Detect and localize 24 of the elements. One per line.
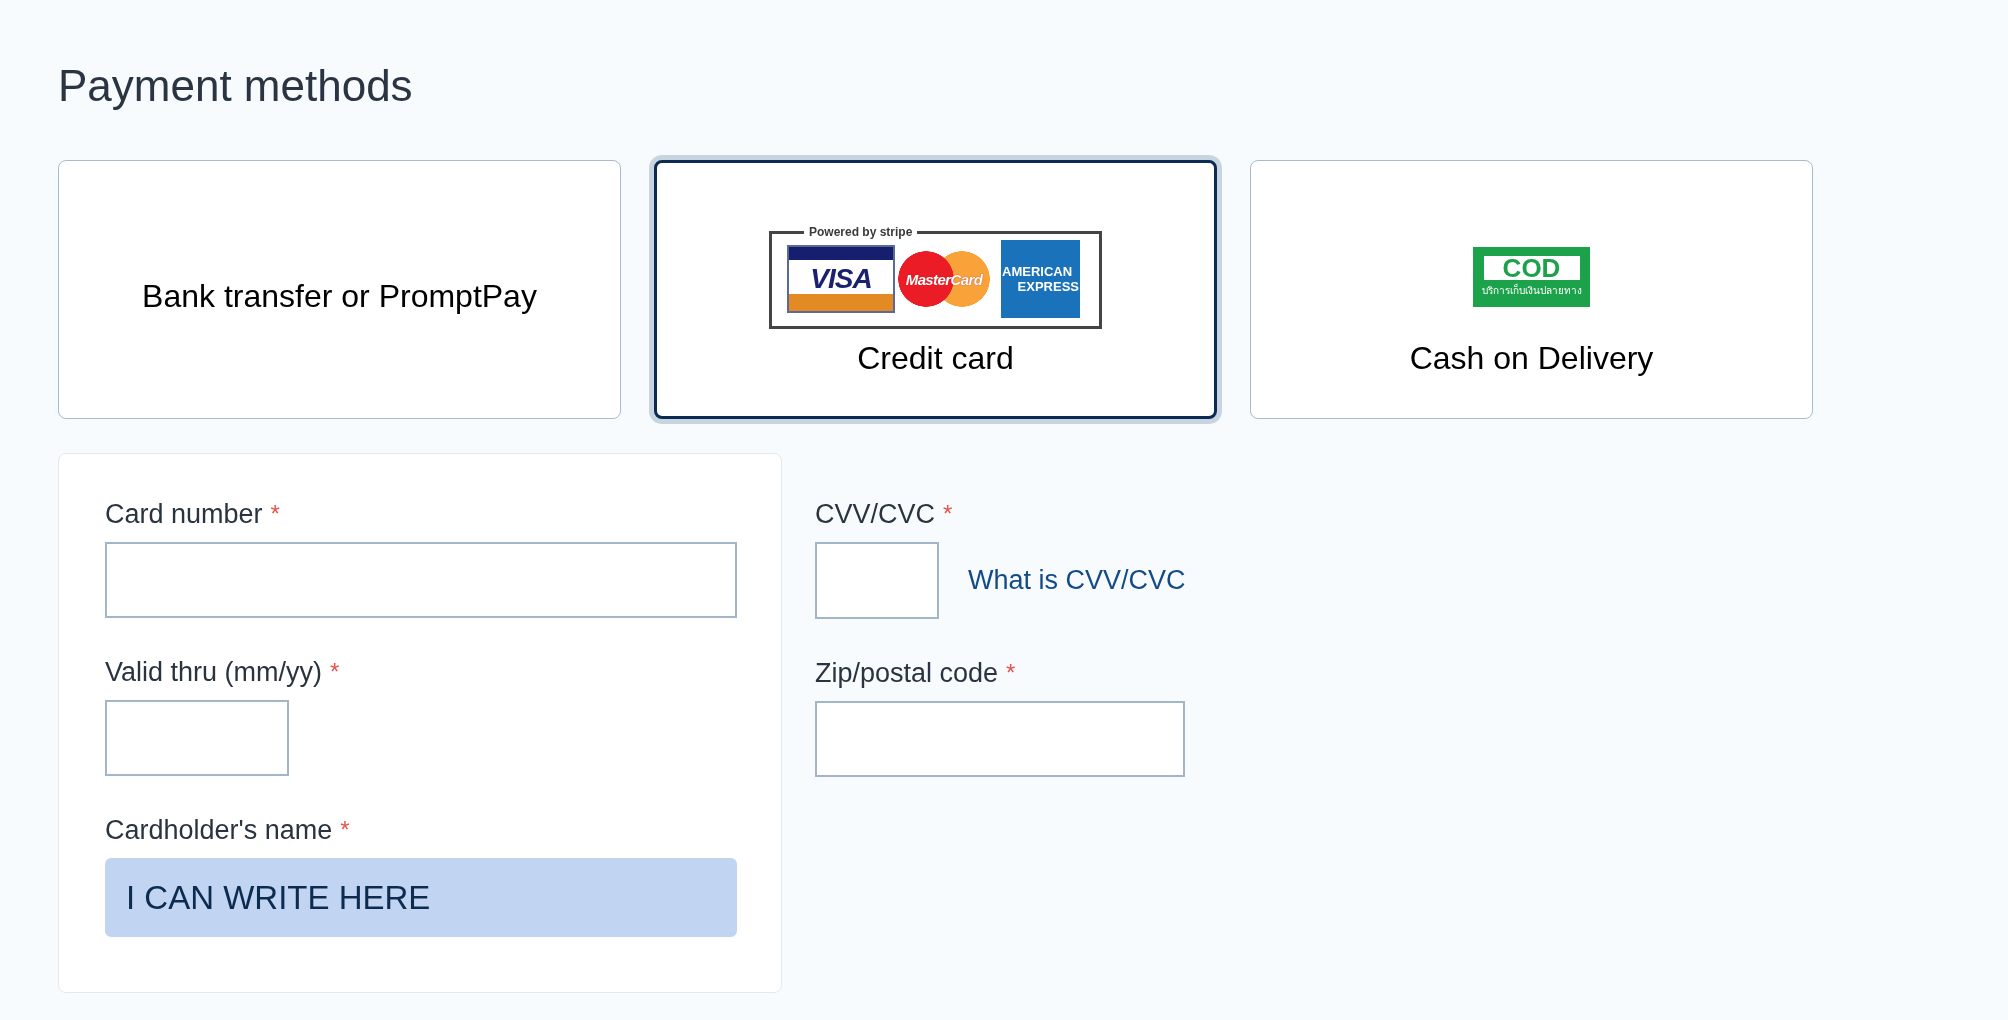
- expiry-date-field[interactable]: [105, 700, 289, 776]
- card-number-field[interactable]: [105, 542, 737, 618]
- amex-logo: AMERICAN EXPRESS: [1001, 240, 1080, 318]
- field-label: Valid thru (mm/yy): [105, 656, 323, 688]
- cvv-field[interactable]: [815, 542, 939, 619]
- payment-option-button[interactable]: Bank transfer or PromptPay: [58, 160, 621, 419]
- visa-logo: VISA: [787, 245, 895, 313]
- powered-by-caption: Powered by stripe: [808, 225, 914, 239]
- postal-code-field[interactable]: [815, 701, 1185, 777]
- cardholder-name-field[interactable]: I CAN WRITE HERE: [105, 858, 737, 937]
- payment-option-button[interactable]: COD บริการเก็บเงินปลายทาง Cash on Delivery: [1250, 160, 1813, 419]
- cod-label: COD: [1483, 256, 1580, 280]
- required-asterisk: *: [943, 499, 953, 529]
- required-asterisk: *: [330, 657, 340, 687]
- required-asterisk: *: [1006, 658, 1016, 688]
- cvv-help-link[interactable]: What is CVV/CVC: [968, 565, 1186, 596]
- field-label: Card number: [105, 498, 263, 530]
- field-label: CVV/CVC: [815, 498, 936, 530]
- required-asterisk: *: [340, 815, 350, 845]
- field-label: Zip/postal code: [815, 657, 999, 689]
- page-title: Payment methods: [58, 60, 413, 112]
- cod-subtitle: บริการเก็บเงินปลายทาง: [1481, 284, 1582, 298]
- field-label: Cardholder's name: [105, 814, 333, 846]
- required-asterisk: *: [270, 499, 280, 529]
